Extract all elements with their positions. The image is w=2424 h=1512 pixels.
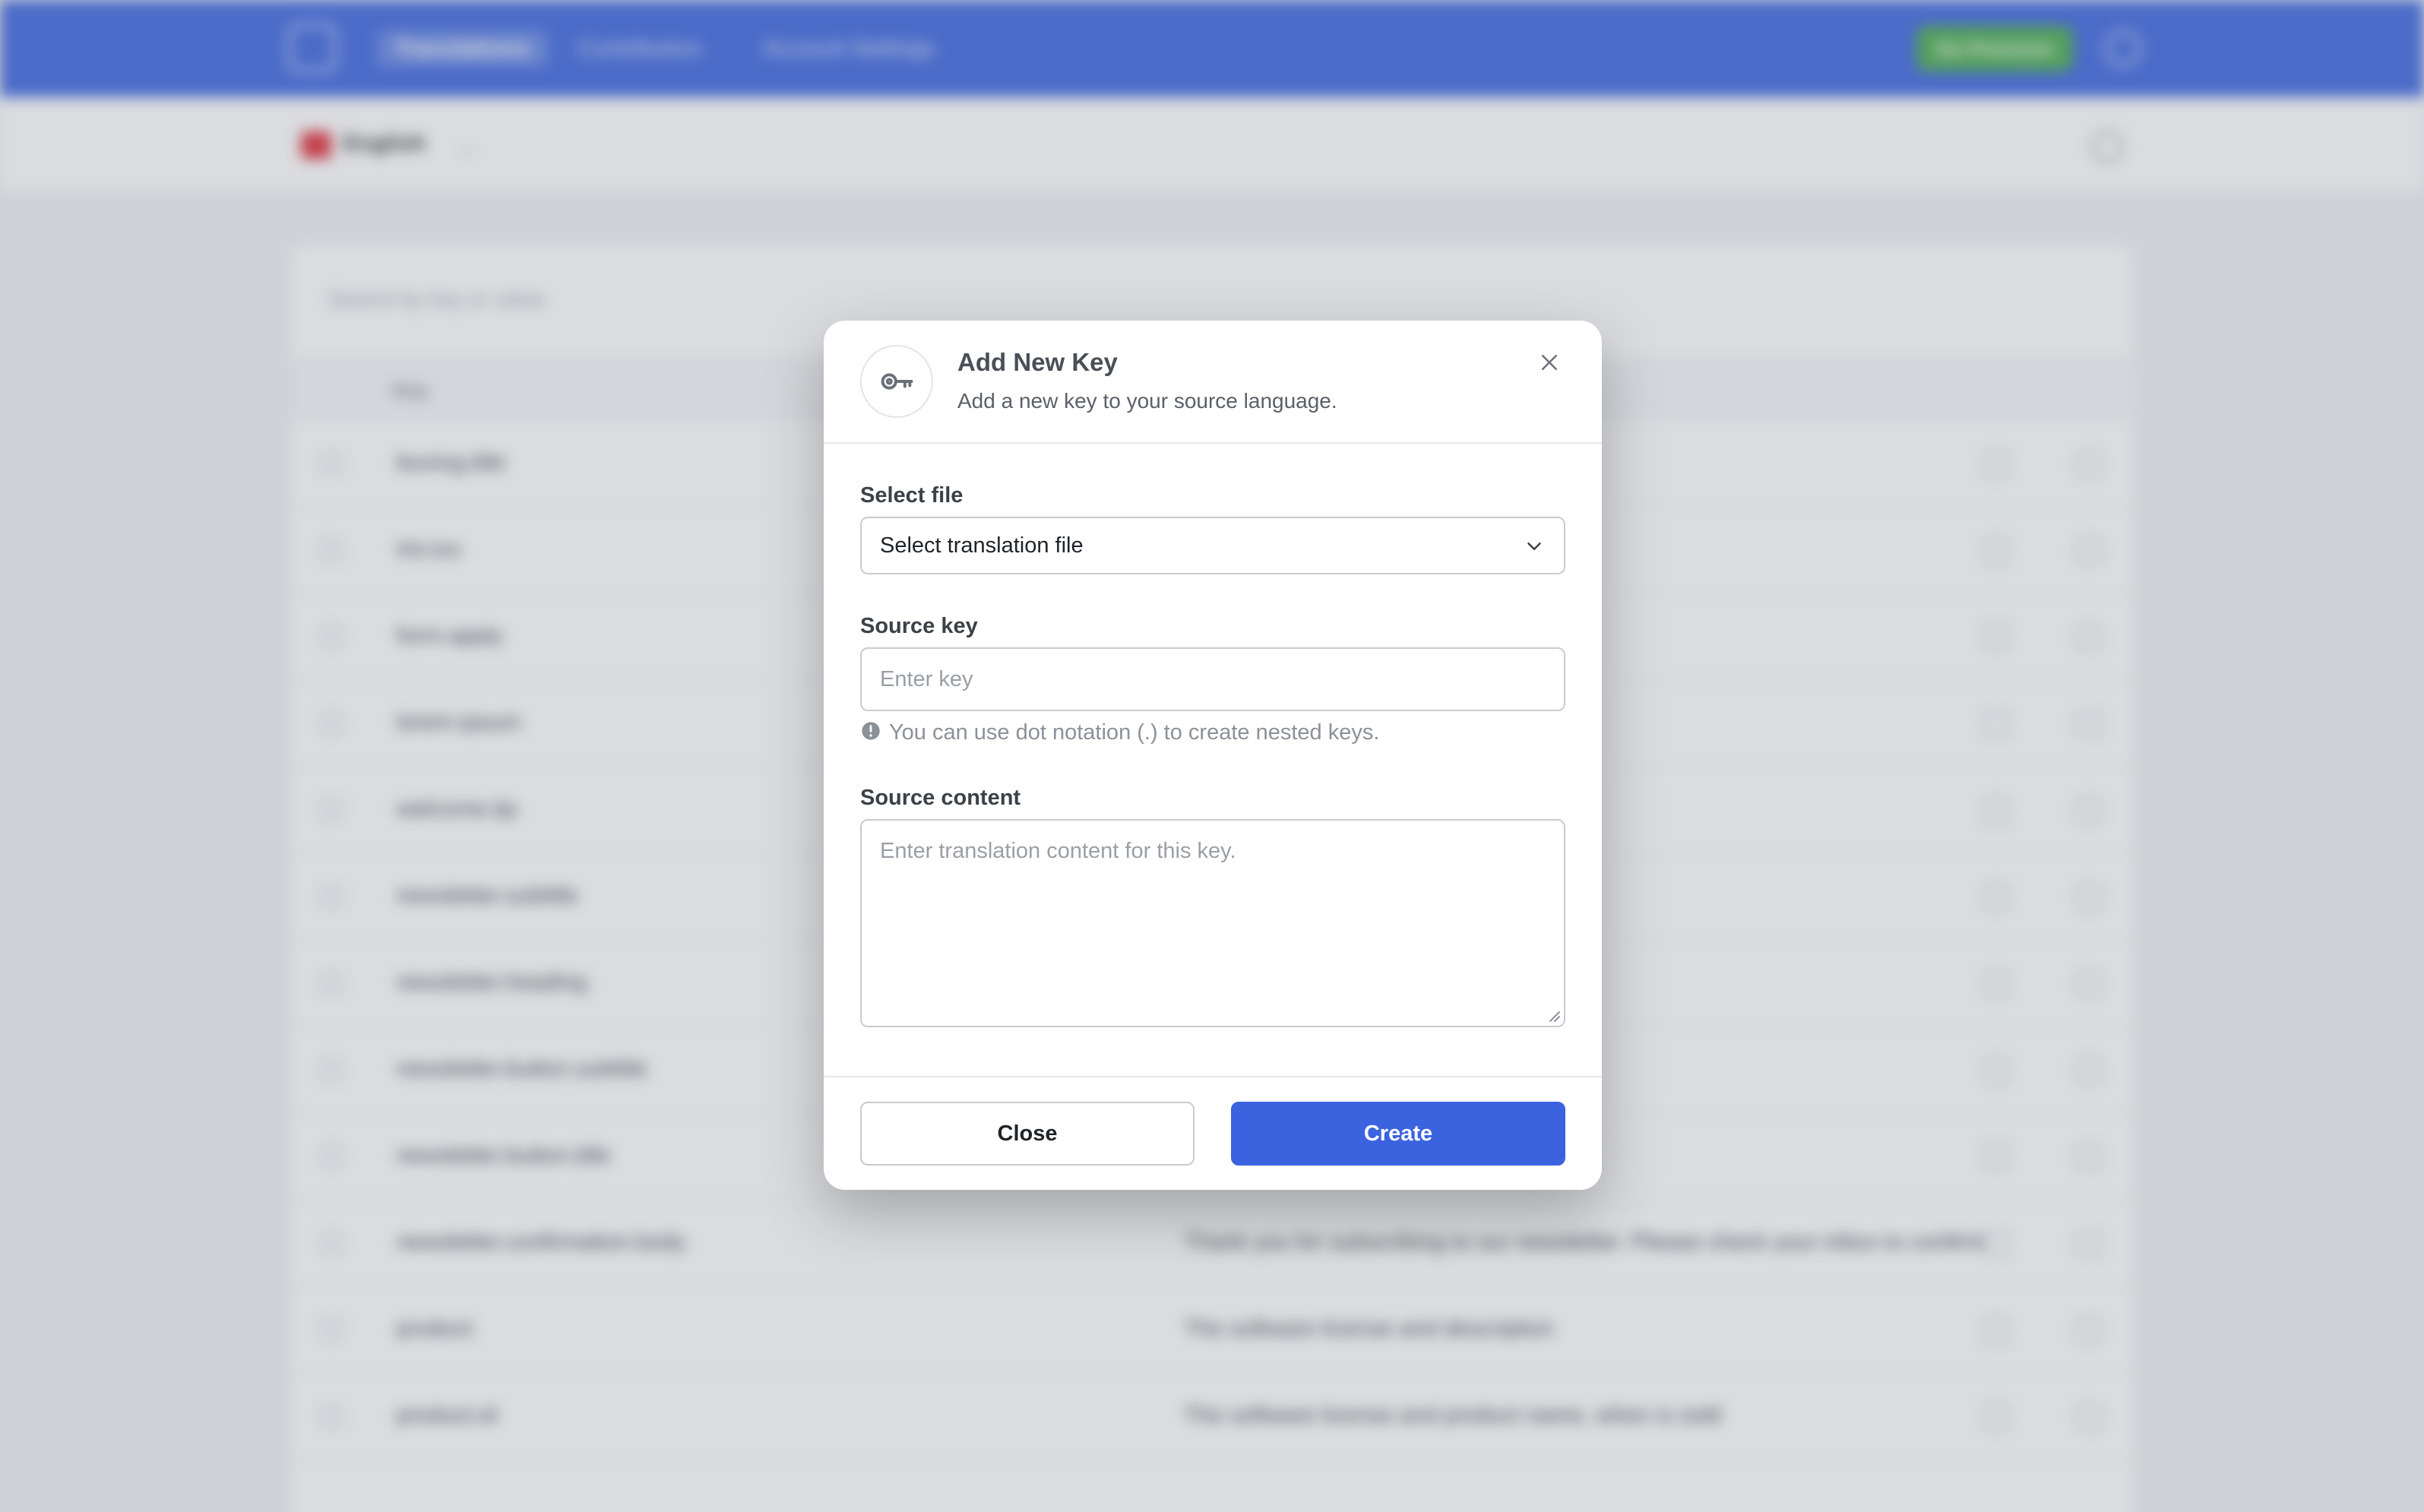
source-content-textarea[interactable] [860, 819, 1565, 1027]
key-icon [860, 345, 933, 418]
select-file-label: Select file [860, 483, 964, 508]
resize-handle-icon[interactable] [1546, 1007, 1561, 1026]
source-key-label: Source key [860, 614, 978, 638]
close-icon[interactable] [1529, 342, 1570, 383]
dialog-footer: Close Create [824, 1076, 1602, 1190]
close-button[interactable]: Close [860, 1102, 1195, 1166]
chevron-down-icon [1523, 535, 1546, 561]
dialog-subtitle: Add a new key to your source language. [957, 389, 1337, 413]
dialog-title: Add New Key [957, 348, 1118, 376]
source-key-input[interactable] [860, 647, 1565, 711]
add-new-key-dialog: Add New Key Add a new key to your source… [824, 321, 1602, 1190]
source-key-hint-text: You can use dot notation (.) to create n… [889, 720, 1380, 745]
select-file-dropdown[interactable]: Select translation file [860, 517, 1565, 574]
create-button[interactable]: Create [1231, 1102, 1565, 1166]
info-icon [860, 720, 881, 745]
dialog-header: Add New Key Add a new key to your source… [824, 321, 1602, 444]
source-key-hint: You can use dot notation (.) to create n… [860, 717, 1379, 748]
source-content-label: Source content [860, 786, 1021, 810]
select-file-value: Select translation file [880, 533, 1084, 558]
